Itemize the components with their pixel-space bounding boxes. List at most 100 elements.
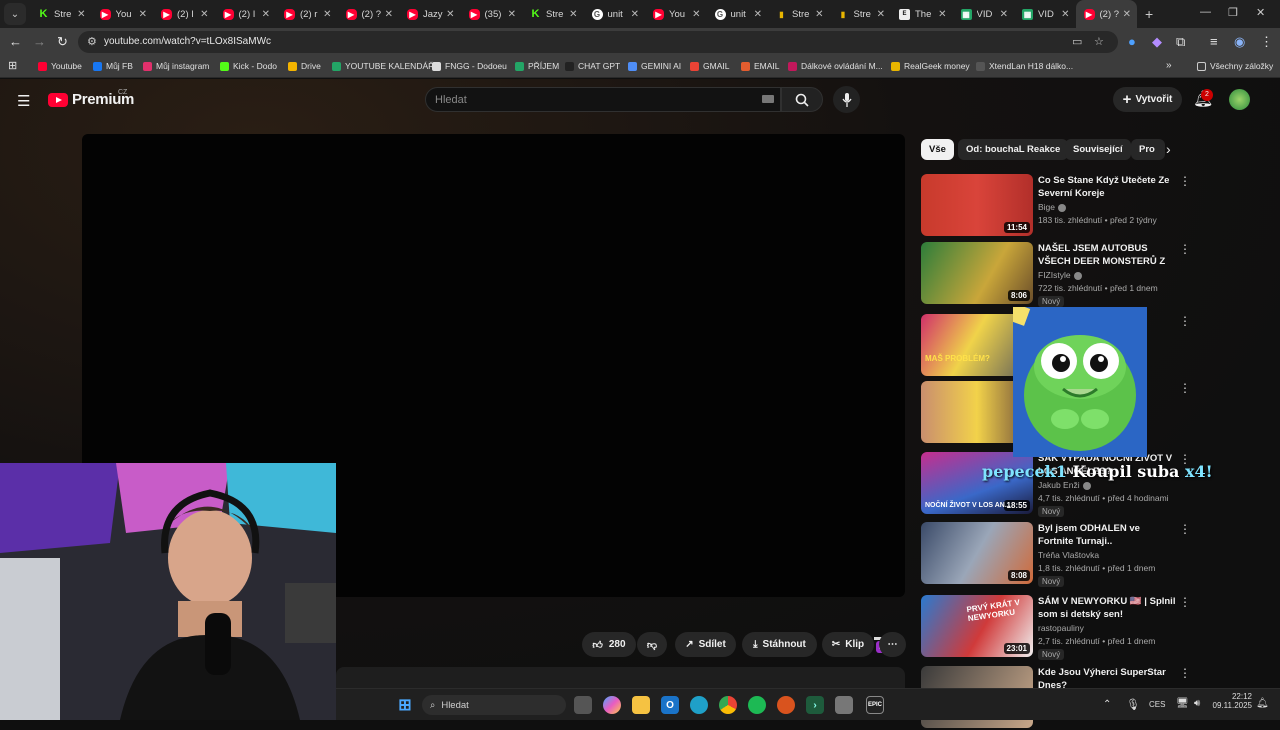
extension-icon[interactable]: ● [1128, 34, 1136, 49]
account-avatar[interactable] [1229, 89, 1250, 110]
more-vert-icon[interactable]: ⋮ [1179, 595, 1191, 609]
more-vert-icon[interactable]: ⋮ [1179, 381, 1191, 395]
video-title[interactable]: NAŠEL JSEM AUTOBUS VŠECH DEER MONSTERŮ Z… [1038, 242, 1176, 269]
channel-name[interactable]: FIZIstyle [1038, 270, 1082, 280]
edge-icon[interactable] [690, 696, 708, 714]
browser-tab[interactable]: ▦ VID ✕ [1014, 0, 1076, 28]
close-tab-icon[interactable]: ✕ [1061, 9, 1069, 20]
restore-icon[interactable]: ❐ [1228, 6, 1238, 19]
more-vert-icon[interactable]: ⋮ [1179, 522, 1191, 536]
dislike-button[interactable]: 👎︎ [637, 632, 667, 657]
keyboard-icon[interactable] [762, 95, 774, 103]
network-icon[interactable]: 🖥︎ [1176, 698, 1189, 709]
close-tab-icon[interactable]: ✕ [877, 9, 885, 20]
cast-icon[interactable]: ▭ [1072, 35, 1082, 48]
browser-tab[interactable]: ▶ You ✕ [92, 0, 154, 28]
close-tab-icon[interactable]: ✕ [754, 9, 762, 20]
outlook-icon[interactable]: O [661, 696, 679, 714]
language-indicator[interactable]: CES [1149, 700, 1165, 709]
browser-tab[interactable]: K Stre ✕ [30, 0, 92, 28]
channel-name[interactable]: rastopauliny [1038, 623, 1084, 633]
related-video[interactable]: 8:06 NAŠEL JSEM AUTOBUS VŠECH DEER MONSTE… [921, 242, 1196, 307]
video-thumbnail[interactable]: 8:08 [921, 522, 1033, 584]
close-tab-icon[interactable]: ✕ [508, 9, 516, 20]
filter-chip[interactable]: Související [1065, 139, 1131, 160]
bookmark-item[interactable]: Dálkové ovládání M... [788, 61, 883, 71]
calculator-icon[interactable] [835, 696, 853, 714]
close-tab-icon[interactable]: ✕ [323, 9, 331, 20]
browser-tab[interactable]: Gunit ✕ [584, 0, 646, 28]
filter-chip[interactable]: Pro [1131, 139, 1165, 160]
bookmark-item[interactable]: XtendLan H18 dálko... [976, 61, 1073, 71]
like-button[interactable]: 👍︎ 280 [582, 632, 636, 657]
forward-button[interactable]: → [33, 34, 46, 49]
bookmark-star-icon[interactable]: ☆ [1094, 35, 1104, 48]
bookmark-item[interactable]: CHAT GPT [565, 61, 620, 71]
bookmark-item[interactable]: FNGG - Dodoeu [432, 61, 507, 71]
bookmark-item[interactable]: GEMINI AI [628, 61, 681, 71]
close-window-icon[interactable]: ✕ [1256, 6, 1265, 19]
browser-tab[interactable]: K Stre ✕ [522, 0, 584, 28]
browser-tab[interactable]: ▶ (2) ? ✕ [338, 0, 400, 28]
bookmark-item[interactable]: Můj instagram [143, 61, 209, 71]
clock[interactable]: 22:12 09.11.2025 [1212, 692, 1252, 710]
bookmark-item[interactable]: GMAIL [690, 61, 729, 71]
bookmark-item[interactable]: Kick - Dodo [220, 61, 277, 71]
video-thumbnail[interactable]: 23:01 PRVÝ KRÁT V NEWYORKU [921, 595, 1033, 657]
chrome-icon[interactable] [719, 696, 737, 714]
more-vert-icon[interactable]: ⋮ [1179, 666, 1191, 680]
close-tab-icon[interactable]: ✕ [1000, 9, 1008, 20]
more-actions-button[interactable]: ⋯ [879, 632, 906, 657]
bookmark-item[interactable]: PŘÍJEM [515, 61, 559, 71]
bookmark-item[interactable]: EMAIL [741, 61, 780, 71]
chips-next-arrow-icon[interactable]: › [1166, 141, 1171, 157]
related-video[interactable]: 11:54 Co Se Stane Když Utečete Ze Severní… [921, 174, 1196, 238]
media-controls-icon[interactable]: ≡ [1210, 34, 1218, 49]
filter-chip[interactable]: Od: bouchaL Reakce [958, 139, 1069, 160]
extension-icon-2[interactable]: ◆ [1152, 34, 1162, 50]
tab-search-menu-button[interactable]: ⌄ [4, 3, 26, 25]
video-title[interactable]: SÁM V NEWYORKU 🇺🇸 | Splnil som si detský… [1038, 595, 1176, 621]
channel-name[interactable]: Tréňa Vlaštovka [1038, 550, 1099, 560]
browser-tab[interactable]: ▦ VID ✕ [953, 0, 1015, 28]
apps-grid-icon[interactable]: ⊞ [8, 59, 17, 72]
tray-overflow-icon[interactable]: ⌃ [1103, 699, 1111, 710]
browser-tab[interactable]: ▶ Jazy ✕ [399, 0, 461, 28]
new-tab-button[interactable]: + [1145, 6, 1153, 22]
voice-search-button[interactable] [833, 86, 860, 113]
close-tab-icon[interactable]: ✕ [139, 9, 147, 20]
close-tab-icon[interactable]: ✕ [569, 9, 577, 20]
terminal-icon[interactable]: › [806, 696, 824, 714]
search-input[interactable]: Hledat [425, 87, 781, 112]
browser-tab[interactable]: ▶ (2) r ✕ [276, 0, 338, 28]
close-tab-icon[interactable]: ✕ [446, 9, 454, 20]
browser-tab[interactable]: E The ✕ [891, 0, 953, 28]
tray-mic-icon[interactable]: 🎙︎ [1126, 698, 1140, 711]
all-bookmarks-folder[interactable]: Všechny záložky [1197, 61, 1273, 71]
video-thumbnail[interactable]: 8:06 [921, 242, 1033, 304]
close-tab-icon[interactable]: ✕ [1123, 9, 1131, 20]
extensions-puzzle-icon[interactable]: ⧉ [1176, 34, 1185, 50]
create-button[interactable]: + Vytvořit [1113, 87, 1182, 112]
windows-start-icon[interactable]: ⊞ [396, 696, 414, 714]
related-video[interactable]: 8:08 Byl jsem ODHALEN ve Fortnite Turnaji… [921, 522, 1196, 587]
spotify-icon[interactable] [748, 696, 766, 714]
browser-tab[interactable]: ▶ You ✕ [645, 0, 707, 28]
video-thumbnail[interactable]: 11:54 [921, 174, 1033, 236]
browser-tab[interactable]: ▮ Stre ✕ [768, 0, 830, 28]
bookmark-item[interactable]: Youtube [38, 61, 82, 71]
profile-avatar[interactable]: ◉ [1234, 34, 1245, 50]
close-tab-icon[interactable]: ✕ [77, 9, 85, 20]
file-explorer-icon[interactable] [632, 696, 650, 714]
address-bar[interactable]: ⚙ youtube.com/watch?v=tLOx8ISaMWc ▭ ☆ [78, 31, 1118, 53]
minimize-icon[interactable]: — [1200, 6, 1211, 18]
bookmark-item[interactable]: RealGeek money [891, 61, 970, 71]
browser-tab[interactable]: ▶ (2) I ✕ [215, 0, 277, 28]
volume-icon[interactable]: 🔊︎ [1194, 698, 1200, 709]
related-video[interactable]: 23:01 PRVÝ KRÁT V NEWYORKU SÁM V NEWYORKU … [921, 595, 1196, 660]
site-info-icon[interactable]: ⚙ [87, 35, 97, 48]
filter-chip[interactable]: Vše [921, 139, 954, 160]
taskbar-search[interactable]: ⌕ Hledat [422, 695, 566, 715]
bookmark-item[interactable]: Můj FB [93, 61, 133, 71]
close-tab-icon[interactable]: ✕ [815, 9, 823, 20]
